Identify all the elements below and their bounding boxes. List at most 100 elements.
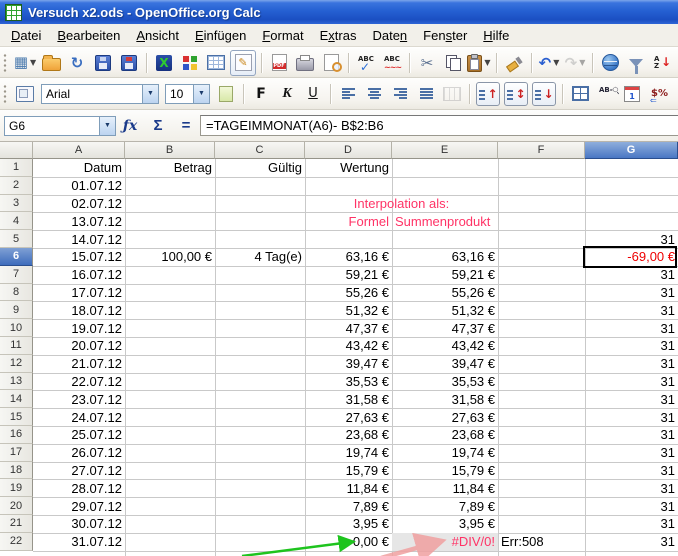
- menu-fenster[interactable]: Fenster: [415, 26, 475, 45]
- cell-A10[interactable]: 19.07.12: [33, 319, 125, 337]
- menu-extras[interactable]: Extras: [312, 26, 365, 45]
- page-style-button[interactable]: [214, 82, 238, 106]
- cell-A17[interactable]: 26.07.12: [33, 444, 125, 462]
- menu-format[interactable]: Format: [254, 26, 311, 45]
- cell-E21[interactable]: 3,95 €: [392, 515, 498, 533]
- save-button[interactable]: [91, 51, 115, 75]
- cell-E8[interactable]: 55,26 €: [392, 284, 498, 302]
- formula-input[interactable]: =TAGEIMMONAT(A6)- B$2:B6: [200, 115, 678, 136]
- cell-E11[interactable]: 43,42 €: [392, 337, 498, 355]
- cell-E13[interactable]: 35,53 €: [392, 373, 498, 391]
- row-header-13[interactable]: 13: [0, 373, 33, 391]
- menu-bearbeiten[interactable]: Bearbeiten: [49, 26, 128, 45]
- cell-D4[interactable]: Formel: [305, 212, 392, 230]
- row-header-7[interactable]: 7: [0, 266, 33, 284]
- bold-button[interactable]: F: [249, 82, 273, 106]
- cell-reference-box[interactable]: G6 ▼: [4, 116, 116, 136]
- spellcheck-button[interactable]: [354, 51, 378, 75]
- cell-A3[interactable]: 02.07.12: [33, 195, 125, 213]
- row-header-21[interactable]: 21: [0, 515, 33, 533]
- format-date-button[interactable]: [620, 82, 644, 106]
- cell-G16[interactable]: 31: [585, 426, 678, 444]
- open-button[interactable]: [39, 51, 63, 75]
- cell-A9[interactable]: 18.07.12: [33, 301, 125, 319]
- row-header-6[interactable]: 6: [0, 248, 33, 266]
- cell-A12[interactable]: 21.07.12: [33, 355, 125, 373]
- cell-G9[interactable]: 31: [585, 301, 678, 319]
- cell-D14[interactable]: 31,58 €: [305, 390, 392, 408]
- sort-ascending-button[interactable]: [650, 51, 674, 75]
- cell-D15[interactable]: 27,63 €: [305, 408, 392, 426]
- cell-D12[interactable]: 39,47 €: [305, 355, 392, 373]
- cell-A14[interactable]: 23.07.12: [33, 390, 125, 408]
- row-header-19[interactable]: 19: [0, 479, 33, 497]
- cell-A16[interactable]: 25.07.12: [33, 426, 125, 444]
- cell-D7[interactable]: 59,21 €: [305, 266, 392, 284]
- menu-ansicht[interactable]: Ansicht: [128, 26, 187, 45]
- align-left-button[interactable]: [336, 82, 360, 106]
- cell-A1[interactable]: Datum: [33, 159, 125, 177]
- cell-D6[interactable]: 63,16 €: [305, 248, 392, 266]
- row-header-1[interactable]: 1: [0, 159, 33, 177]
- reload-button[interactable]: ↻: [65, 51, 89, 75]
- align-center-button[interactable]: [362, 82, 386, 106]
- auto-spellcheck-button[interactable]: [380, 51, 404, 75]
- pdf-export-button[interactable]: [267, 51, 291, 75]
- cell-E22[interactable]: #DIV/0!: [392, 533, 498, 551]
- cell-D9[interactable]: 51,32 €: [305, 301, 392, 319]
- combo-dropdown-icon[interactable]: ▼: [142, 85, 158, 103]
- copy-button[interactable]: [441, 51, 465, 75]
- cell-E4[interactable]: Summenprodukt: [392, 212, 498, 230]
- font-name-combo[interactable]: Arial▼: [41, 84, 159, 104]
- row-header-16[interactable]: 16: [0, 426, 33, 444]
- align-bottom-button[interactable]: ↓: [532, 82, 556, 106]
- spreadsheet-x-button[interactable]: X: [152, 51, 176, 75]
- cell-G7[interactable]: 31: [585, 266, 678, 284]
- row-header-4[interactable]: 4: [0, 212, 33, 230]
- column-header-E[interactable]: E: [392, 142, 498, 159]
- row-header-11[interactable]: 11: [0, 337, 33, 355]
- column-header-F[interactable]: F: [498, 142, 585, 159]
- cell-A5[interactable]: 14.07.12: [33, 230, 125, 248]
- cell-D21[interactable]: 3,95 €: [305, 515, 392, 533]
- cell-A2[interactable]: 01.07.12: [33, 177, 125, 195]
- row-header-8[interactable]: 8: [0, 284, 33, 302]
- cell-A6[interactable]: 15.07.12: [33, 248, 125, 266]
- undo-button[interactable]: ↶▼: [537, 51, 561, 75]
- row-header-12[interactable]: 12: [0, 355, 33, 373]
- save-as-button[interactable]: [117, 51, 141, 75]
- column-header-D[interactable]: D: [305, 142, 392, 159]
- cell-D11[interactable]: 43,42 €: [305, 337, 392, 355]
- cell-E19[interactable]: 11,84 €: [392, 479, 498, 497]
- print-button[interactable]: [293, 51, 317, 75]
- cell-E7[interactable]: 59,21 €: [392, 266, 498, 284]
- cell-G15[interactable]: 31: [585, 408, 678, 426]
- toolbar-grip-handle[interactable]: [3, 84, 8, 104]
- cell-G8[interactable]: 31: [585, 284, 678, 302]
- cell-D18[interactable]: 15,79 €: [305, 462, 392, 480]
- gallery-button[interactable]: [178, 51, 202, 75]
- paste-button[interactable]: ▼: [467, 51, 491, 75]
- cell-G18[interactable]: 31: [585, 462, 678, 480]
- cell-D19[interactable]: 11,84 €: [305, 479, 392, 497]
- cell-G19[interactable]: 31: [585, 479, 678, 497]
- styles-button[interactable]: [13, 82, 37, 106]
- spreadsheet-grid[interactable]: ABCDEFG1DatumBetragGültigWertung201.07.1…: [0, 142, 678, 556]
- cell-A4[interactable]: 13.07.12: [33, 212, 125, 230]
- row-header-3[interactable]: 3: [0, 195, 33, 213]
- row-header-17[interactable]: 17: [0, 444, 33, 462]
- cell-D1[interactable]: Wertung: [305, 159, 392, 177]
- italic-button[interactable]: K: [275, 82, 299, 106]
- cell-D16[interactable]: 23,68 €: [305, 426, 392, 444]
- row-header-9[interactable]: 9: [0, 301, 33, 319]
- align-top-button[interactable]: ↑: [476, 82, 500, 106]
- function-wizard-button[interactable]: ƒx: [117, 114, 143, 138]
- column-header-A[interactable]: A: [33, 142, 125, 159]
- cell-A22[interactable]: 31.07.12: [33, 533, 125, 551]
- cell-E15[interactable]: 27,63 €: [392, 408, 498, 426]
- page-preview-button[interactable]: [319, 51, 343, 75]
- dropdown-arrow-icon[interactable]: ▼: [30, 58, 36, 67]
- font-size-combo[interactable]: 10▼: [165, 84, 210, 104]
- cell-G13[interactable]: 31: [585, 373, 678, 391]
- menu-einfügen[interactable]: Einfügen: [187, 26, 254, 45]
